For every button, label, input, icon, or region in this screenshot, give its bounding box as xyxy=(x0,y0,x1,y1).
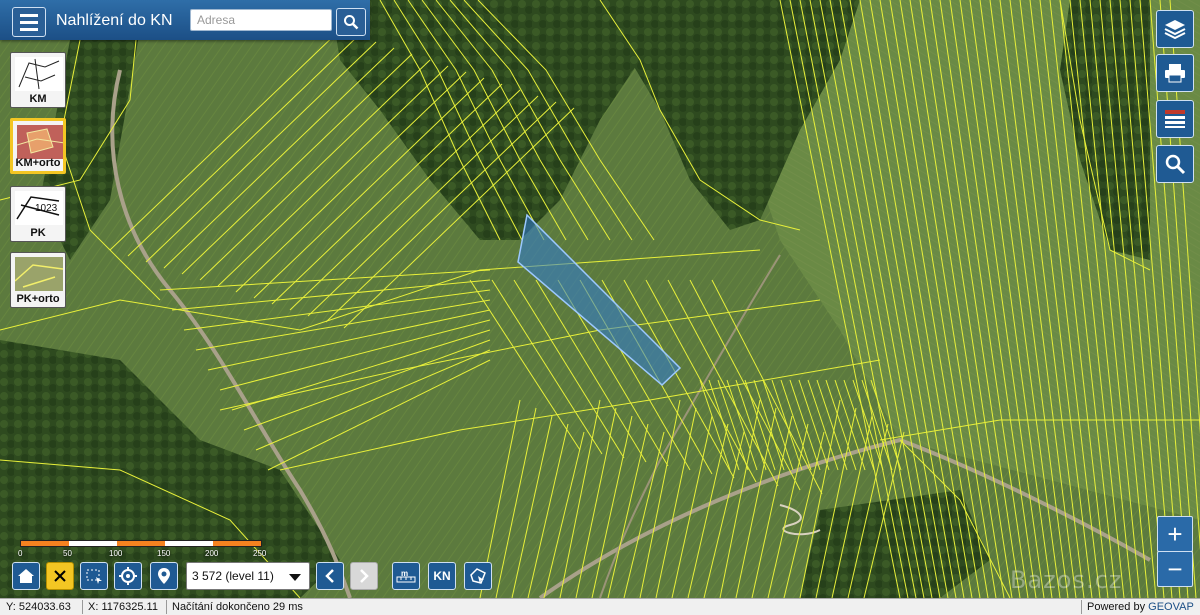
ruler-icon: m xyxy=(396,569,416,583)
next-view-button[interactable] xyxy=(350,562,378,590)
layer-pk-orto-button[interactable]: PK+orto xyxy=(10,252,66,308)
layer-label: KM+orto xyxy=(15,157,61,169)
map-view[interactable] xyxy=(0,0,1200,598)
zoom-in-button[interactable]: + xyxy=(1157,516,1193,552)
orthophoto-map[interactable] xyxy=(0,0,1200,598)
previous-view-button[interactable] xyxy=(316,562,344,590)
locate-button[interactable] xyxy=(114,562,142,590)
coordinate-x: X: 1176325.11 xyxy=(88,601,158,613)
search-icon xyxy=(344,15,359,30)
select-area-button[interactable] xyxy=(80,562,108,590)
home-icon xyxy=(18,569,34,583)
cadastral-map-icon xyxy=(15,57,63,91)
divider xyxy=(166,600,167,614)
clear-button[interactable] xyxy=(46,562,74,590)
address-input[interactable] xyxy=(190,9,332,31)
zoom-out-button[interactable]: − xyxy=(1157,551,1193,587)
divider xyxy=(82,600,83,614)
search-icon xyxy=(1165,154,1186,175)
svg-text:m: m xyxy=(401,569,408,578)
parcel-polygon-icon xyxy=(470,568,486,584)
layer-pk-button[interactable]: 1023 PK xyxy=(10,186,66,242)
scale-ticks: 0 50 100 150 200 250 xyxy=(18,547,280,559)
powered-by: Powered by GEOVAP xyxy=(1087,601,1194,613)
powered-by-prefix: Powered by xyxy=(1087,601,1146,613)
cadastral-orthophoto-icon xyxy=(17,125,63,159)
parcel-select-button[interactable] xyxy=(464,562,492,590)
scale-tick: 100 xyxy=(109,549,123,558)
divider xyxy=(1081,600,1082,614)
chevron-down-icon xyxy=(289,574,301,581)
search-tool-button[interactable] xyxy=(1156,145,1194,183)
scale-tick: 50 xyxy=(63,549,72,558)
layer-km-button[interactable]: KM xyxy=(10,52,66,108)
scale-select[interactable]: 3 572 (level 11) xyxy=(186,562,310,590)
map-pin-icon xyxy=(158,568,170,584)
scale-select-value: 3 572 (level 11) xyxy=(192,569,274,583)
top-bar: Nahlížení do KN xyxy=(0,0,370,40)
close-icon xyxy=(54,570,66,582)
layer-label: PK xyxy=(30,227,46,239)
scale-bar-segments xyxy=(20,540,262,547)
land-register-orthophoto-icon xyxy=(15,257,63,291)
measure-button[interactable]: m xyxy=(392,562,420,590)
coordinate-y: Y: 524033.63 xyxy=(6,601,71,613)
powered-by-brand[interactable]: GEOVAP xyxy=(1148,601,1194,613)
scale-bar: 0 50 100 150 200 250 xyxy=(18,540,280,559)
hamburger-icon-line xyxy=(20,20,38,24)
watermark-logo: Bazos.cz xyxy=(1010,566,1123,594)
layer-label: PK+orto xyxy=(16,293,60,305)
home-button[interactable] xyxy=(12,562,40,590)
chevron-left-icon xyxy=(325,569,334,583)
status-bar: Y: 524033.63 X: 1176325.11 Načítání doko… xyxy=(0,598,1200,615)
layer-km-orto-button[interactable]: KM+orto xyxy=(10,118,66,174)
print-icon xyxy=(1165,64,1185,83)
land-register-icon: 1023 xyxy=(15,191,63,225)
crosshair-icon xyxy=(119,567,137,585)
print-button[interactable] xyxy=(1156,54,1194,92)
layer-label: KM xyxy=(29,93,47,105)
scale-tick: 0 xyxy=(18,549,23,558)
scale-tick: 250 xyxy=(253,549,267,558)
app-title: Nahlížení do KN xyxy=(56,12,173,29)
hamburger-icon xyxy=(20,13,38,17)
scale-tick: 200 xyxy=(205,549,219,558)
svg-text:1023: 1023 xyxy=(35,203,58,214)
legend-button[interactable] xyxy=(1156,100,1194,138)
loading-status: Načítání dokončeno 29 ms xyxy=(172,601,303,613)
layers-icon xyxy=(1164,20,1186,40)
chevron-right-icon xyxy=(360,569,369,583)
kn-info-button[interactable]: KN xyxy=(428,562,456,590)
select-rectangle-icon xyxy=(86,569,102,584)
hamburger-icon-line xyxy=(20,27,38,31)
address-search-button[interactable] xyxy=(336,8,366,36)
scale-tick: 150 xyxy=(157,549,171,558)
layers-button[interactable] xyxy=(1156,10,1194,48)
menu-button[interactable] xyxy=(12,7,46,37)
legend-icon xyxy=(1165,110,1185,128)
marker-button[interactable] xyxy=(150,562,178,590)
